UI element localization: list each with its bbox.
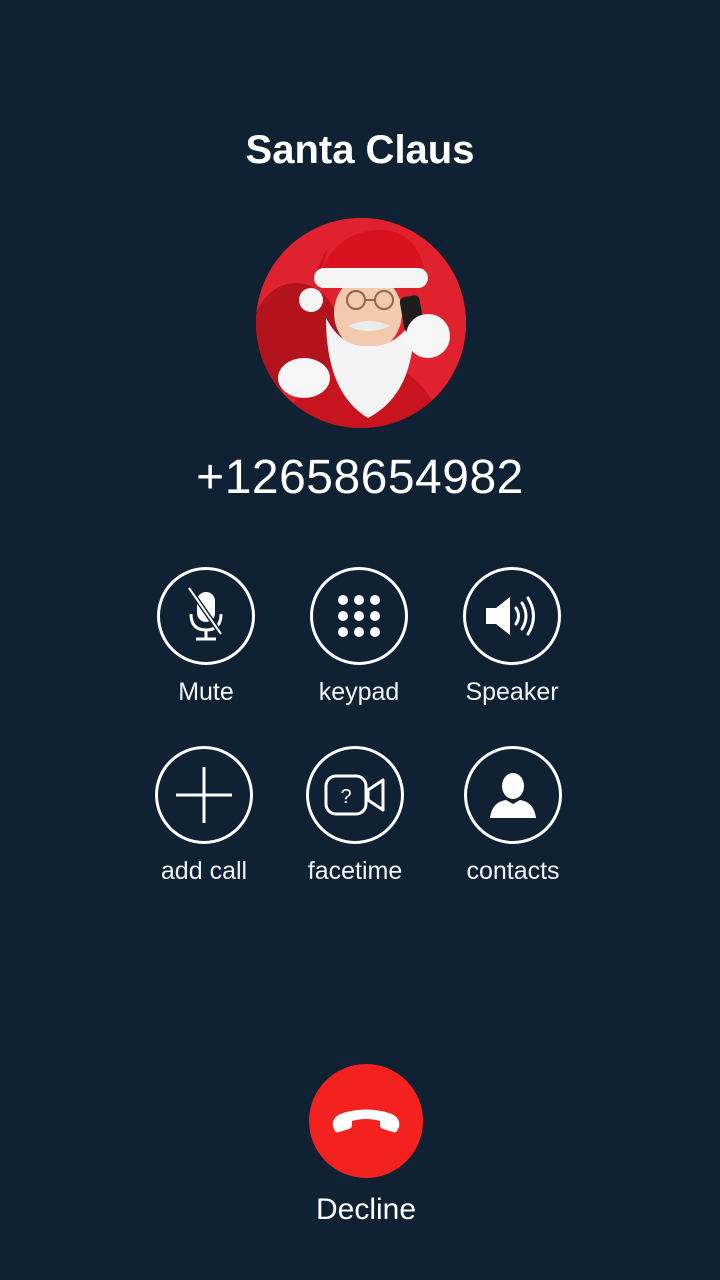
- contacts-button[interactable]: contacts: [438, 746, 588, 886]
- caller-name: Santa Claus: [245, 128, 475, 172]
- person-icon: [490, 773, 536, 818]
- phone-hangup-icon: [332, 1109, 400, 1133]
- facetime-button[interactable]: ? facetime: [280, 746, 430, 886]
- speaker-button[interactable]: Speaker: [437, 567, 587, 707]
- mute-ring[interactable]: [157, 567, 255, 665]
- mute-label: Mute: [178, 678, 234, 706]
- plus-icon: [176, 767, 232, 823]
- add-call-ring[interactable]: [155, 746, 253, 844]
- decline-label: Decline: [315, 1193, 417, 1226]
- facetime-label: facetime: [307, 857, 403, 885]
- contacts-label: contacts: [466, 857, 560, 885]
- speaker-icon: [486, 596, 535, 636]
- mute-button[interactable]: Mute: [131, 567, 281, 707]
- speaker-ring[interactable]: [463, 567, 561, 665]
- video-question-icon: ?: [324, 774, 385, 816]
- keypad-icon: [338, 595, 380, 637]
- speaker-label: Speaker: [465, 678, 559, 706]
- decline-button[interactable]: [309, 1064, 423, 1178]
- caller-number: +12658654982: [196, 451, 524, 504]
- caller-avatar: [256, 218, 466, 428]
- keypad-button[interactable]: keypad: [284, 567, 434, 707]
- santa-avatar-image: [256, 218, 466, 428]
- add-call-label: add call: [160, 857, 248, 885]
- add-call-button[interactable]: add call: [129, 746, 279, 886]
- keypad-label: keypad: [318, 678, 400, 706]
- svg-text:?: ?: [340, 786, 351, 808]
- keypad-ring[interactable]: [310, 567, 408, 665]
- contacts-ring[interactable]: [464, 746, 562, 844]
- mic-muted-icon: [186, 586, 224, 641]
- facetime-ring[interactable]: ?: [306, 746, 404, 844]
